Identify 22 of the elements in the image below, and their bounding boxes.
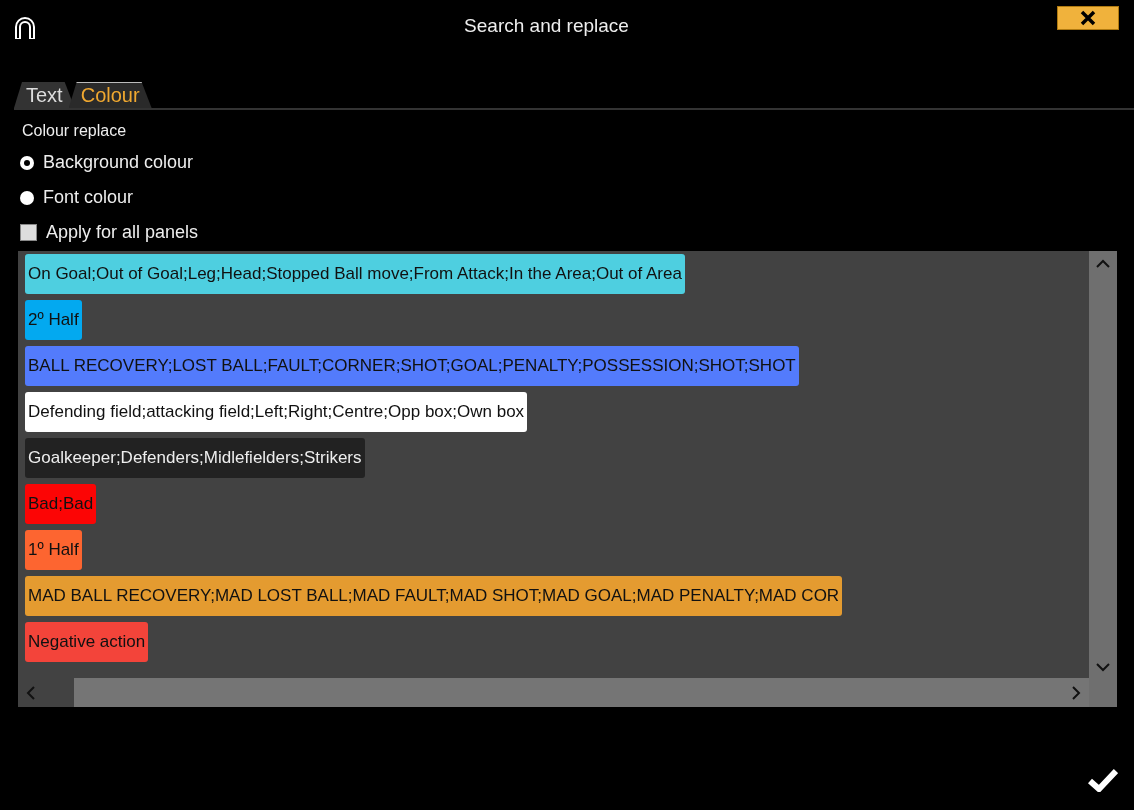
- vertical-scrollbar[interactable]: [1089, 251, 1117, 678]
- radio-option[interactable]: Background colour: [18, 152, 1134, 173]
- colour-swatch[interactable]: Bad;Bad: [25, 484, 97, 524]
- colour-swatch[interactable]: On Goal;Out of Goal;Leg;Head;Stopped Ball move;From Attack;In the Area;Out of Area: [25, 254, 685, 294]
- checkbox-option[interactable]: Apply for all panels: [18, 222, 1134, 243]
- tab[interactable]: Colour: [68, 82, 152, 108]
- checkmark-icon: [1088, 768, 1118, 792]
- colour-swatch[interactable]: 1º Half: [25, 530, 82, 570]
- confirm-button[interactable]: [1088, 768, 1118, 792]
- radio-option[interactable]: Font colour: [18, 187, 1134, 208]
- close-icon: [1079, 10, 1097, 26]
- colour-swatch[interactable]: Defending field;attacking field;Left;Right;Centre;Opp box;Own box: [25, 392, 528, 432]
- colour-swatch[interactable]: Goalkeeper;Defenders;Midlefielders;Strikers: [25, 438, 365, 478]
- window-title: Search and replace: [463, 15, 630, 38]
- scrollbar-corner: [1089, 678, 1117, 707]
- colour-swatch[interactable]: MAD BALL RECOVERY;MAD LOST BALL;MAD FAULT;MAD SHOT;MAD GOAL;MAD PENALTY;MAD COR: [25, 576, 843, 616]
- logo-icon: [14, 17, 36, 39]
- colour-swatch[interactable]: BALL RECOVERY;LOST BALL;FAULT;CORNER;SHOT;GOAL;PENALTY;POSSESSION;SHOT;SHOT: [25, 346, 799, 386]
- section-label: Colour replace: [22, 122, 128, 140]
- close-button[interactable]: [1057, 6, 1119, 30]
- colour-swatch[interactable]: Negative action: [25, 622, 149, 662]
- colour-swatch[interactable]: 2º Half: [25, 300, 82, 340]
